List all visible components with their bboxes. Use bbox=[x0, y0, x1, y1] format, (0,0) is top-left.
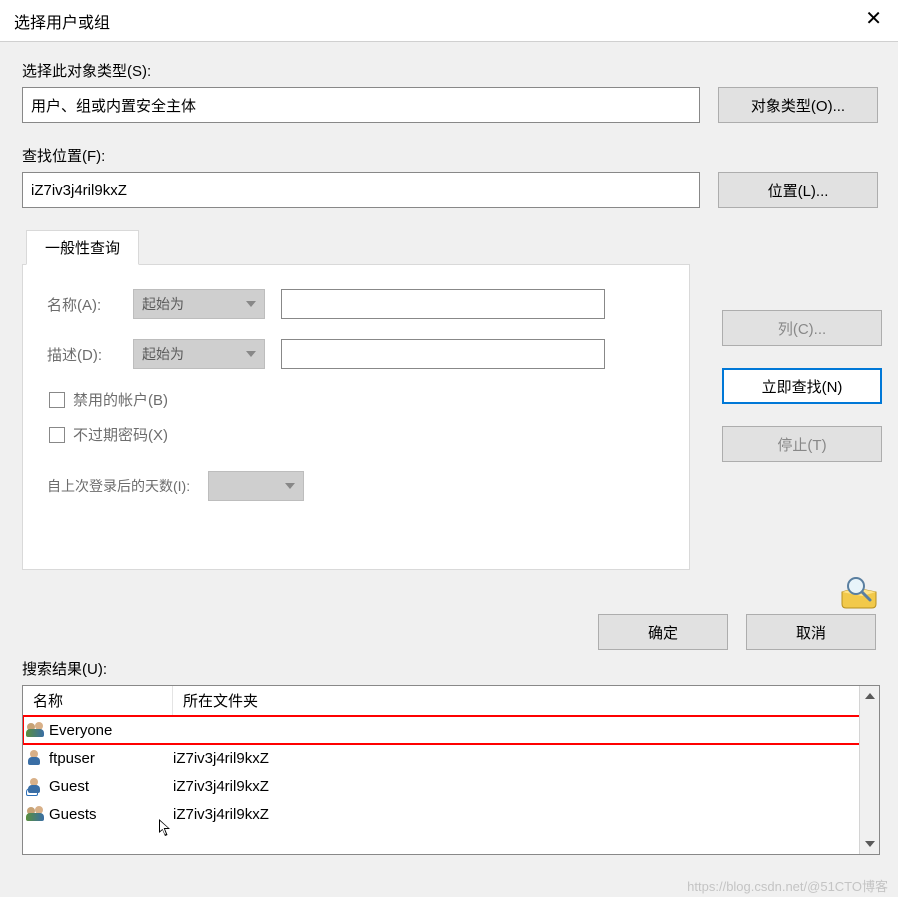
object-type-value: 用户、组或内置安全主体 bbox=[31, 95, 196, 116]
col-name-header[interactable]: 名称 bbox=[23, 686, 173, 715]
non-expiring-checkbox[interactable] bbox=[49, 427, 65, 443]
results-label: 搜索结果(U): bbox=[22, 658, 878, 679]
location-label: 查找位置(F): bbox=[22, 145, 878, 166]
row-name: Guests bbox=[49, 806, 97, 823]
columns-button[interactable]: 列(C)... bbox=[722, 310, 882, 346]
disabled-accounts-checkbox[interactable] bbox=[49, 392, 65, 408]
non-expiring-label: 不过期密码(X) bbox=[73, 424, 168, 445]
location-field[interactable]: iZ7iv3j4ril9kxZ bbox=[22, 172, 700, 208]
table-row[interactable]: Everyone bbox=[23, 716, 879, 744]
row-name: ftpuser bbox=[49, 750, 95, 767]
cancel-button[interactable]: 取消 bbox=[746, 614, 876, 650]
chevron-down-icon bbox=[246, 351, 256, 357]
location-value: iZ7iv3j4ril9kxZ bbox=[31, 182, 127, 199]
name-label: 名称(A): bbox=[47, 294, 117, 315]
ok-button[interactable]: 确定 bbox=[598, 614, 728, 650]
row-folder: iZ7iv3j4ril9kxZ bbox=[173, 778, 269, 795]
chevron-down-icon bbox=[246, 301, 256, 307]
titlebar: 选择用户或组 ✕ bbox=[0, 0, 898, 42]
find-now-button[interactable]: 立即查找(N) bbox=[722, 368, 882, 404]
close-icon[interactable]: ✕ bbox=[865, 9, 882, 29]
object-type-field[interactable]: 用户、组或内置安全主体 bbox=[22, 87, 700, 123]
watermark: https://blog.csdn.net/@51CTO博客 bbox=[687, 876, 888, 895]
row-folder: iZ7iv3j4ril9kxZ bbox=[173, 750, 269, 767]
results-grid: 名称 所在文件夹 EveryoneftpuseriZ7iv3j4ril9kxZG… bbox=[22, 685, 880, 855]
disabled-accounts-label: 禁用的帐户(B) bbox=[73, 389, 168, 410]
desc-input[interactable] bbox=[281, 339, 605, 369]
object-type-label: 选择此对象类型(S): bbox=[22, 60, 878, 81]
dialog-body: 选择此对象类型(S): 用户、组或内置安全主体 对象类型(O)... 查找位置(… bbox=[0, 42, 898, 865]
table-row[interactable]: Guests iZ7iv3j4ril9kxZ bbox=[23, 800, 879, 828]
table-row[interactable]: ftpuser iZ7iv3j4ril9kxZ bbox=[23, 744, 879, 772]
name-input[interactable] bbox=[281, 289, 605, 319]
desc-match-combo[interactable]: 起始为 bbox=[133, 339, 265, 369]
guest-icon bbox=[27, 778, 45, 794]
locations-button[interactable]: 位置(L)... bbox=[718, 172, 878, 208]
col-folder-header[interactable]: 所在文件夹 bbox=[173, 686, 879, 715]
days-combo[interactable] bbox=[208, 471, 304, 501]
group-icon bbox=[27, 722, 45, 738]
row-name: Everyone bbox=[49, 722, 112, 739]
table-row[interactable]: Guest iZ7iv3j4ril9kxZ bbox=[23, 772, 879, 800]
search-folder-icon bbox=[838, 574, 882, 610]
scrollbar[interactable] bbox=[859, 686, 879, 854]
desc-label: 描述(D): bbox=[47, 344, 117, 365]
row-name: Guest bbox=[49, 778, 89, 795]
window-title: 选择用户或组 bbox=[14, 9, 110, 33]
name-match-combo[interactable]: 起始为 bbox=[133, 289, 265, 319]
query-panel: 名称(A): 起始为 描述(D): 起始为 禁用的帐户(B) bbox=[22, 264, 690, 570]
scroll-up-icon[interactable] bbox=[860, 686, 879, 706]
object-types-button[interactable]: 对象类型(O)... bbox=[718, 87, 878, 123]
chevron-down-icon bbox=[285, 483, 295, 489]
row-folder: iZ7iv3j4ril9kxZ bbox=[173, 806, 269, 823]
stop-button[interactable]: 停止(T) bbox=[722, 426, 882, 462]
user-icon bbox=[27, 750, 45, 766]
scroll-down-icon[interactable] bbox=[860, 834, 879, 854]
days-since-label: 自上次登录后的天数(I): bbox=[47, 476, 190, 496]
tab-general-query[interactable]: 一般性查询 bbox=[26, 230, 139, 265]
group-icon bbox=[27, 806, 45, 822]
side-buttons: 列(C)... 立即查找(N) 停止(T) bbox=[722, 310, 882, 610]
grid-header: 名称 所在文件夹 bbox=[23, 686, 879, 716]
